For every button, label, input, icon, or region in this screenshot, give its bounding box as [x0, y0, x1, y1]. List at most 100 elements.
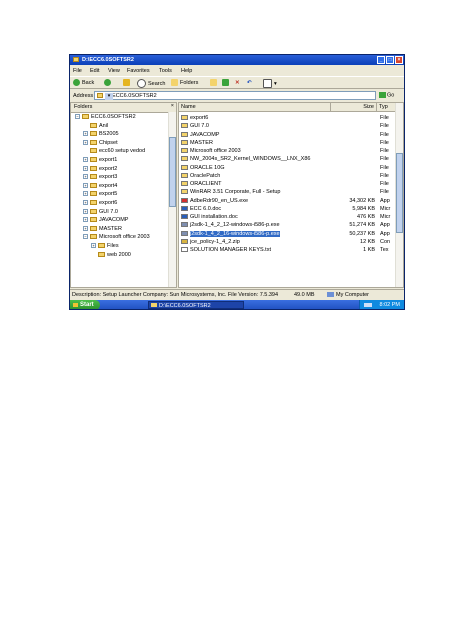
expand-toggle-icon[interactable]: − [83, 234, 88, 240]
file-row[interactable]: JAVACOMP File [179, 131, 397, 139]
file-row[interactable]: WinRAR 3.51 Corporate, Full - Setup File [179, 188, 397, 196]
tree-item-label: MASTER [99, 225, 122, 232]
go-arrow-icon [379, 92, 386, 98]
folders-pane-title: Folders [74, 104, 93, 110]
menu-file[interactable]: File [73, 68, 82, 74]
menu-view[interactable]: View [108, 68, 120, 74]
move-to-button[interactable] [210, 79, 219, 87]
file-row[interactable]: ORACLIENT File [179, 180, 397, 188]
tree-item[interactable]: + GUI 7.0 [83, 208, 118, 216]
tree-item[interactable]: + Files [91, 242, 119, 250]
tray-icon[interactable] [364, 303, 372, 307]
delete-button[interactable]: ✕ [235, 79, 240, 87]
expand-toggle-icon[interactable]: + [83, 191, 88, 197]
folders-scrollbar-thumb[interactable] [169, 137, 176, 207]
file-row[interactable]: OraclePatch File [179, 172, 397, 180]
folder-icon [90, 139, 97, 145]
tree-item[interactable]: − Microsoft office 2003 [83, 233, 150, 241]
views-button[interactable]: ▾ [263, 79, 277, 88]
tree-item-label: export3 [99, 174, 118, 181]
file-row[interactable]: SOLUTION MANAGER KEYS.txt 1 KB Tex [179, 246, 397, 254]
file-row[interactable]: j2sdk-1_4_2_12-windows-i586-p.exe 51,274 … [179, 221, 397, 229]
expand-toggle-icon[interactable]: + [83, 182, 88, 188]
file-type: File [380, 123, 389, 130]
folders-button[interactable]: Folders [171, 79, 198, 87]
maximize-button[interactable]: □ [386, 56, 394, 64]
file-name: OraclePatch [190, 172, 221, 179]
expand-toggle-icon[interactable]: + [91, 243, 96, 249]
folder-icon [181, 139, 188, 145]
tree-item[interactable]: + Chipset [83, 139, 118, 147]
tree-item[interactable]: ecc60 setup vedod [83, 147, 145, 155]
expand-toggle-icon[interactable]: + [83, 157, 88, 163]
go-button[interactable]: Go [379, 92, 394, 98]
tree-item[interactable]: + export3 [83, 173, 117, 181]
start-button[interactable]: Start [70, 300, 100, 309]
tree-item[interactable]: web 2000 [91, 251, 131, 259]
title-bar[interactable]: D:\ECC6.0SOFTSR2 _ □ × [70, 55, 404, 65]
back-button[interactable]: Back [73, 79, 94, 87]
undo-button[interactable]: ↶ [247, 79, 252, 87]
tree-item[interactable]: + export5 [83, 190, 117, 198]
tree-item[interactable]: − ECC6.0SOFTSR2 [75, 113, 136, 121]
tree-item[interactable]: + export6 [83, 199, 117, 207]
file-name: GUI 7.0 [190, 123, 209, 130]
expand-toggle-icon[interactable]: + [83, 139, 88, 145]
forward-button[interactable] [104, 79, 113, 87]
file-row[interactable]: GUI installation.doc 476 KB Micr [179, 213, 397, 221]
minimize-button[interactable]: _ [377, 56, 385, 64]
exe-icon [181, 230, 188, 236]
menu-tools[interactable]: Tools [159, 68, 172, 74]
close-button[interactable]: × [395, 56, 403, 64]
file-row[interactable]: GUI 7.0 File [179, 122, 397, 130]
file-name: SOLUTION MANAGER KEYS.txt [190, 247, 271, 253]
move-to-icon [210, 79, 217, 87]
file-row[interactable]: AdbeRdr90_en_US.exe 34,302 KB App [179, 197, 397, 205]
search-button[interactable]: Search [137, 79, 165, 88]
folders-scrollbar[interactable] [168, 112, 176, 287]
file-row[interactable]: MASTER File [179, 139, 397, 147]
expand-toggle-icon[interactable]: − [75, 114, 80, 120]
menu-help[interactable]: Help [181, 68, 192, 74]
tree-item[interactable]: + JAVACOMP [83, 216, 128, 224]
expand-toggle-icon[interactable]: + [83, 225, 88, 231]
up-button[interactable] [123, 79, 132, 87]
folder-icon [90, 225, 97, 231]
tree-item-label: Anil [99, 122, 109, 129]
file-list-scrollbar-thumb[interactable] [396, 153, 403, 233]
expand-toggle-icon[interactable]: + [83, 217, 88, 223]
tree-item[interactable]: Anil [83, 122, 108, 130]
file-name: ECC 6.0.doc [190, 205, 222, 212]
tree-item[interactable]: + export4 [83, 182, 117, 190]
address-dropdown-button[interactable]: ▾ [105, 93, 113, 100]
expand-toggle-icon[interactable]: + [83, 208, 88, 214]
folders-pane-close-button[interactable]: × [171, 103, 174, 109]
column-header-name[interactable]: Name [179, 103, 331, 112]
tree-item[interactable]: + export1 [83, 156, 117, 164]
expand-toggle-icon[interactable]: + [83, 131, 88, 137]
file-row[interactable]: ECC 6.0.doc 5,984 KB Micr [179, 205, 397, 213]
file-name: GUI installation.doc [190, 214, 238, 220]
tree-item[interactable]: + BS2005 [83, 130, 119, 138]
menu-favorites[interactable]: Favorites [127, 68, 150, 74]
copy-to-button[interactable] [222, 79, 231, 87]
file-row[interactable]: Microsoft office 2003 File [179, 147, 397, 155]
tree-item[interactable]: + export2 [83, 165, 117, 173]
file-row[interactable]: j2sdk-1_4_2_16-windows-i586-p.exe 50,237 … [179, 230, 397, 238]
expand-toggle-icon[interactable]: + [83, 165, 88, 171]
expand-toggle-icon[interactable]: + [83, 200, 88, 206]
column-header-size[interactable]: Size [331, 103, 377, 112]
tree-item-label: Chipset [99, 139, 118, 146]
file-row[interactable]: NW_2004s_SR2_Kernel_WINDOWS__LNX_X86 File [179, 155, 397, 163]
tree-item[interactable]: + MASTER [83, 225, 122, 233]
back-arrow-icon [73, 79, 80, 87]
menu-edit[interactable]: Edit [90, 68, 99, 74]
expand-toggle-icon[interactable]: + [83, 174, 88, 180]
taskbar-item-explorer[interactable]: D:\ECC6.0SOFTSR2 [148, 301, 244, 309]
file-row[interactable]: jce_policy-1_4_2.zip 12 KB Con [179, 238, 397, 246]
file-type: File [380, 164, 389, 171]
file-row[interactable]: export6 File [179, 114, 397, 122]
file-list-scrollbar[interactable] [395, 103, 403, 287]
address-input[interactable]: D:\ECC6.0SOFTSR2 ▾ [94, 91, 376, 100]
file-row[interactable]: ORACLE 10G File [179, 164, 397, 172]
